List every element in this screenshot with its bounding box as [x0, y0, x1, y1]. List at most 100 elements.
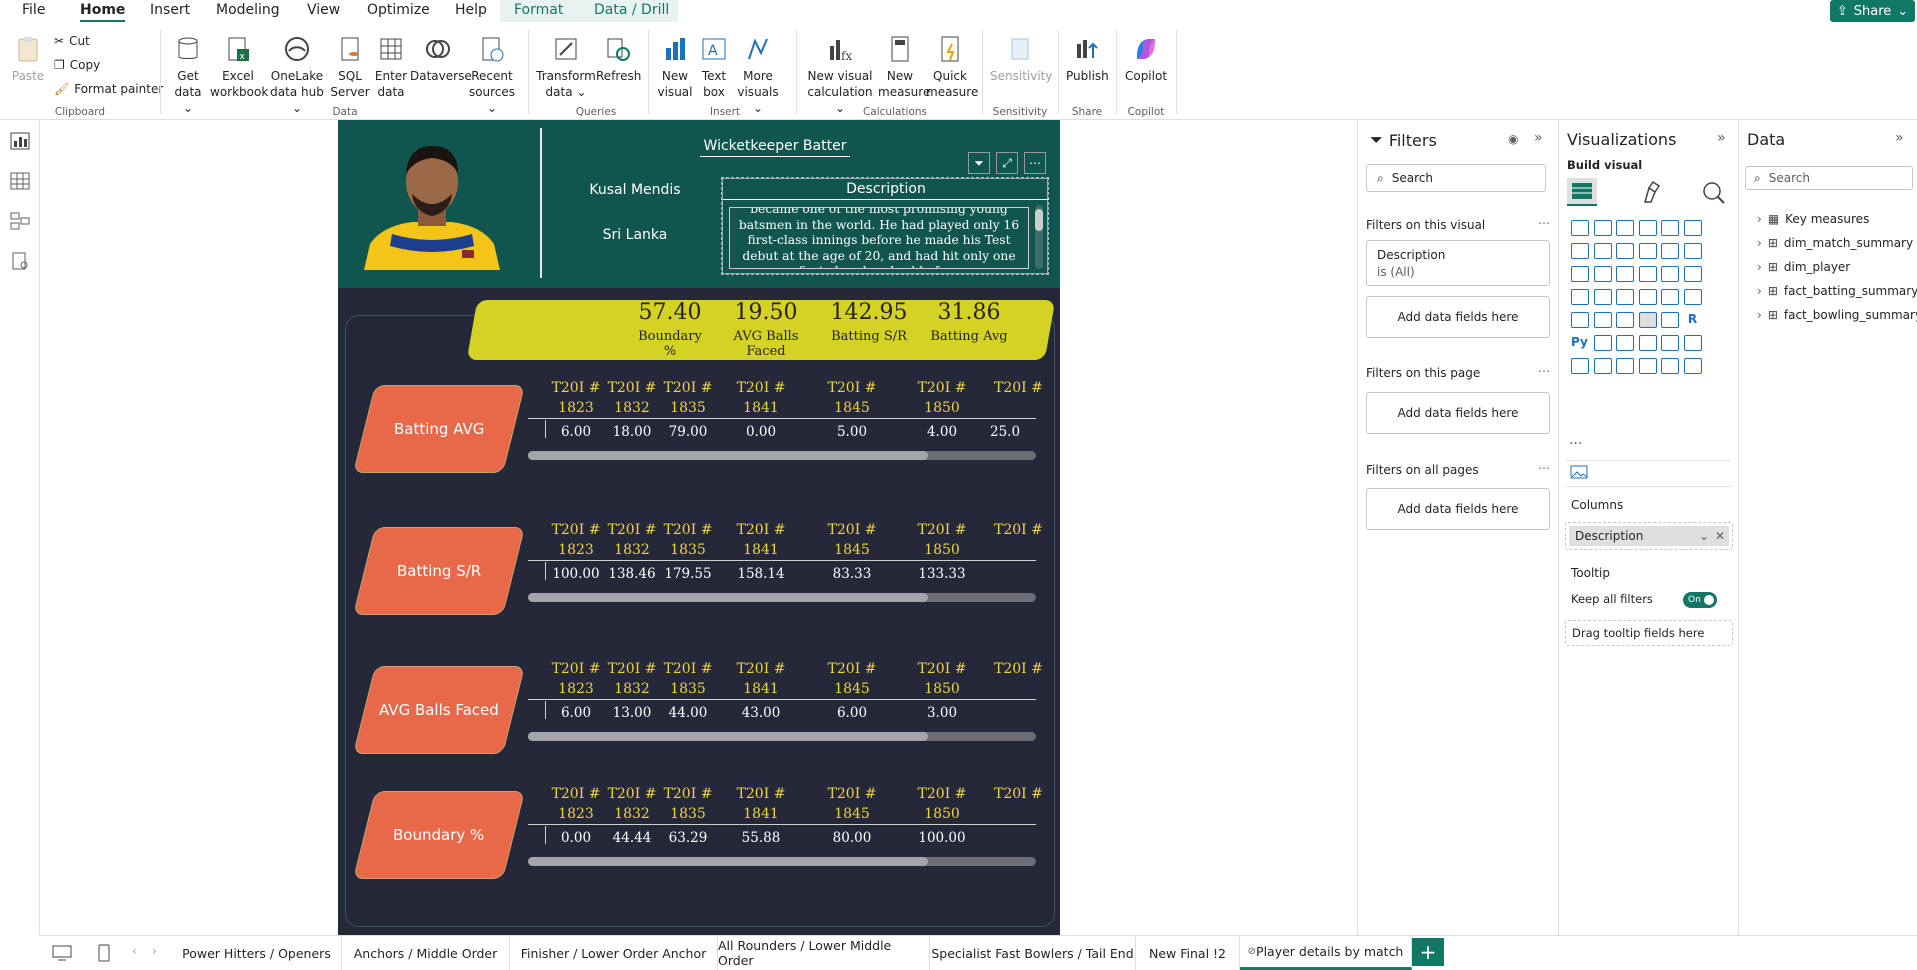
tab-home[interactable]: Home: [80, 2, 126, 23]
add-all-filter-field[interactable]: Add data fields here: [1366, 488, 1550, 530]
data-table-item[interactable]: › ▦ Key measures: [1757, 212, 1869, 226]
tab-insert[interactable]: Insert: [150, 2, 190, 18]
chevron-right-icon[interactable]: ›: [1757, 212, 1762, 226]
match-table[interactable]: T20I #1823 T20I #1832 T20I #1835 T20I # 184…: [528, 659, 1043, 769]
stacked-bar-icon[interactable]: [1571, 220, 1589, 236]
chevron-down-icon[interactable]: ⌄: [1699, 529, 1709, 543]
collapse-icon[interactable]: »: [1895, 130, 1904, 146]
pie-icon[interactable]: [1661, 266, 1679, 282]
data-table-item[interactable]: › ⊞ fact_bowling_summary: [1757, 308, 1917, 322]
page-tab[interactable]: All Rounders / Lower Middle Order: [718, 936, 930, 970]
scrollbar-thumb[interactable]: [528, 732, 928, 741]
scatter-icon[interactable]: [1638, 266, 1657, 282]
tab-help[interactable]: Help: [455, 2, 487, 18]
description-textbox[interactable]: became one of the most promising young b…: [729, 207, 1029, 269]
add-page-filter-field[interactable]: Add data fields here: [1366, 392, 1550, 434]
format-painter-button[interactable]: 🖌 Format painter: [54, 82, 163, 96]
metrics-icon[interactable]: [1638, 358, 1657, 374]
filled-map-icon[interactable]: [1616, 289, 1634, 305]
scrollbar-thumb[interactable]: [528, 451, 928, 460]
description-visual[interactable]: Description became one of the most promi…: [721, 177, 1049, 275]
data-table-item[interactable]: › ⊞ fact_batting_summary: [1757, 284, 1917, 298]
azure-map-icon[interactable]: [1638, 289, 1657, 305]
clustered-column-icon[interactable]: [1638, 220, 1657, 236]
narrative-icon[interactable]: [1661, 335, 1679, 351]
cut-button[interactable]: ✂ Cut: [54, 34, 90, 48]
donut-icon[interactable]: [1683, 266, 1702, 282]
table-view-icon[interactable]: [10, 172, 30, 190]
new-measure-button[interactable]: New measure: [878, 34, 930, 100]
prev-page-icon[interactable]: ‹: [132, 944, 137, 958]
page-tab[interactable]: Specialist Fast Bowlers / Tail End: [930, 936, 1136, 970]
add-page-button[interactable]: +: [1412, 938, 1444, 966]
add-visual-filter-field[interactable]: Add data fields here: [1366, 296, 1550, 338]
slicer-icon[interactable]: [1616, 312, 1634, 328]
trophy-icon[interactable]: [1683, 335, 1702, 351]
enter-data-button[interactable]: Enter data: [372, 34, 410, 100]
build-visual-tab[interactable]: [1567, 178, 1597, 206]
tab-view[interactable]: View: [307, 2, 340, 18]
scroll-thumb[interactable]: [1035, 209, 1043, 231]
tab-format[interactable]: Format: [514, 2, 563, 18]
map-icon[interactable]: [1593, 289, 1612, 305]
arrow-icon[interactable]: [1683, 358, 1702, 374]
page-tab[interactable]: New Final !2: [1136, 936, 1240, 970]
new-visual-calc-button[interactable]: fx New visual calculation ⌄: [804, 34, 876, 116]
refresh-button[interactable]: Refresh: [596, 34, 641, 84]
card-icon[interactable]: [1683, 289, 1702, 305]
text-box-button[interactable]: A Text box: [696, 34, 732, 100]
funnel-icon[interactable]: [1616, 266, 1634, 282]
filters-search-input[interactable]: ⌕ Search: [1366, 164, 1546, 192]
get-data-button[interactable]: Get data ⌄: [168, 34, 208, 116]
collapse-icon[interactable]: »: [1717, 130, 1726, 146]
sensitivity-button[interactable]: Sensitivity: [990, 34, 1052, 84]
100-bar-icon[interactable]: [1661, 220, 1679, 236]
more-options-icon[interactable]: ⋯: [1024, 152, 1046, 174]
data-table-item[interactable]: › ⊞ dim_player: [1757, 260, 1850, 274]
close-icon[interactable]: ✕: [1715, 529, 1725, 543]
model-view-icon[interactable]: [10, 212, 30, 230]
desktop-layout-icon[interactable]: [52, 945, 72, 961]
chevron-right-icon[interactable]: ›: [1757, 308, 1762, 322]
eye-icon[interactable]: ◉: [1508, 132, 1518, 146]
page-tab[interactable]: Power Hitters / Openers: [172, 936, 342, 970]
waterfall-icon[interactable]: [1683, 243, 1702, 259]
more-icon[interactable]: ⋯: [1538, 461, 1550, 475]
clustered-bar-icon[interactable]: [1616, 220, 1634, 236]
more-visuals-ellipsis[interactable]: ...: [1569, 432, 1582, 448]
multi-card-icon[interactable]: [1571, 312, 1589, 328]
format-visual-icon[interactable]: [1639, 180, 1665, 204]
onelake-button[interactable]: OneLake data hub ⌄: [268, 34, 326, 116]
match-table[interactable]: T20I #1823 T20I #1832 T20I #1835 T20I # 184…: [528, 784, 1043, 894]
paste-button[interactable]: Paste: [10, 34, 46, 84]
chevron-right-icon[interactable]: ›: [1757, 236, 1762, 250]
tab-data-drill[interactable]: Data / Drill: [594, 2, 669, 18]
more-icon[interactable]: ⋯: [1538, 216, 1550, 230]
data-table-item[interactable]: › ⊞ dim_match_summary: [1757, 236, 1913, 250]
scrollbar-thumb[interactable]: [528, 857, 928, 866]
paginated-icon[interactable]: [1571, 358, 1589, 374]
collapse-icon[interactable]: »: [1534, 130, 1543, 146]
tooltip-well[interactable]: Drag tooltip fields here: [1565, 620, 1733, 646]
keep-filters-toggle[interactable]: On: [1683, 592, 1717, 608]
dataverse-button[interactable]: Dataverse: [410, 34, 472, 84]
focus-mode-icon[interactable]: ⤢: [996, 152, 1018, 174]
match-table[interactable]: T20I #1823 T20I #1832 T20I #1835 T20I # 184…: [528, 520, 1043, 630]
treemap-icon[interactable]: [1571, 289, 1589, 305]
mobile-layout-icon[interactable]: [98, 944, 110, 962]
page-tab[interactable]: Anchors / Middle Order: [342, 936, 510, 970]
matrix-icon[interactable]: [1661, 312, 1679, 328]
filter-icon[interactable]: ⏷: [968, 152, 990, 174]
chevron-right-icon[interactable]: ›: [1757, 260, 1762, 274]
more-visuals-button[interactable]: More visuals ⌄: [734, 34, 782, 116]
data-search-input[interactable]: ⌕ Search: [1745, 166, 1913, 190]
page-tab[interactable]: ⊘ Player details by match: [1240, 936, 1412, 970]
stacked-column-icon[interactable]: [1593, 220, 1612, 236]
kpi-icon[interactable]: [1593, 312, 1612, 328]
line-icon[interactable]: [1571, 243, 1589, 259]
power-automate-icon[interactable]: [1616, 358, 1634, 374]
copy-button[interactable]: ❐ Copy: [54, 58, 100, 72]
key-influencers-icon[interactable]: [1593, 335, 1612, 351]
python-icon[interactable]: Py: [1571, 335, 1589, 351]
tab-modeling[interactable]: Modeling: [216, 2, 280, 18]
